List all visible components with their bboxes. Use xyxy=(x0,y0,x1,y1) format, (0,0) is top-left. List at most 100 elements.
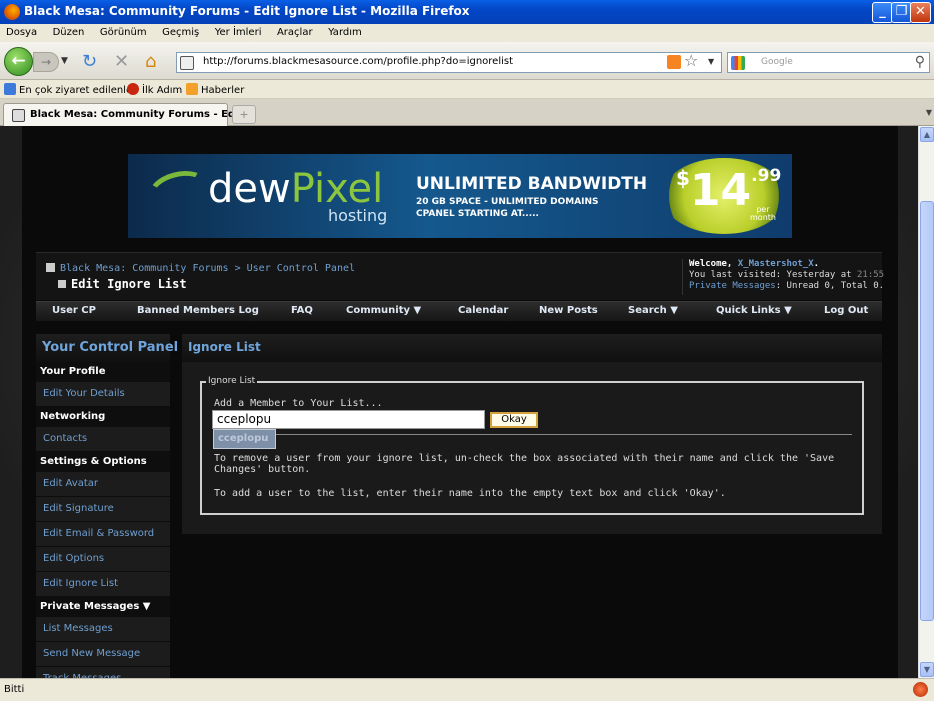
url-dropdown-icon[interactable]: ▼ xyxy=(708,57,714,66)
navigation-toolbar: ← → ▼ ↻ ✕ ⌂ http://forums.blackmesasourc… xyxy=(0,42,934,80)
add-user-help-text: To add a user to the list, enter their n… xyxy=(214,488,726,499)
scroll-thumb[interactable] xyxy=(920,201,934,621)
vertical-scrollbar[interactable]: ▲ ▼ xyxy=(918,126,934,678)
sidebar-item-edit-ignore-list[interactable]: Edit Ignore List xyxy=(36,572,170,597)
reload-icon[interactable]: ↻ xyxy=(82,52,97,72)
tab-label: Black Mesa: Community Forums - Edi... xyxy=(30,109,250,120)
sidebar-item-send-new-message[interactable]: Send New Message xyxy=(36,642,170,667)
nav-user-cp[interactable]: User CP xyxy=(52,305,96,316)
forum-page: dewPixel hosting UNLIMITED BANDWIDTH 20 … xyxy=(22,126,898,678)
google-search-engine-icon[interactable] xyxy=(731,56,745,70)
nav-quick-links[interactable]: Quick Links ▼ xyxy=(716,305,792,316)
bookmarks-bar: En çok ziyaret edilenler İlk Adım Haberl… xyxy=(0,80,934,99)
tab-list-icon[interactable]: ▼ xyxy=(926,108,932,117)
bookmark-news[interactable]: Haberler xyxy=(186,83,244,96)
forum-navbar: User CP Banned Members Log FAQ Community… xyxy=(36,301,882,321)
banner-line2: 20 GB SPACE - UNLIMITED DOMAINS xyxy=(416,197,599,207)
ad-banner[interactable]: dewPixel hosting UNLIMITED BANDWIDTH 20 … xyxy=(128,154,792,238)
stop-icon[interactable]: ✕ xyxy=(114,52,129,72)
site-favicon-icon xyxy=(180,56,194,70)
url-text: http://forums.blackmesasource.com/profil… xyxy=(203,56,514,67)
page-title: Edit Ignore List xyxy=(58,277,187,291)
getting-started-icon xyxy=(127,83,139,95)
sidebar-section-your-profile: Your Profile xyxy=(36,362,170,382)
divider xyxy=(276,434,852,435)
sidebar-item-edit-email-password[interactable]: Edit Email & Password xyxy=(36,522,170,547)
sidebar-section-private-messages[interactable]: Private Messages ▼ xyxy=(36,597,170,617)
menu-tools[interactable]: Araçlar xyxy=(271,24,319,38)
autocomplete-suggestion[interactable]: cceplopu xyxy=(213,429,276,449)
remove-user-help-text: To remove a user from your ignore list, … xyxy=(214,453,835,475)
nav-faq[interactable]: FAQ xyxy=(291,305,313,316)
rss-feed-icon[interactable] xyxy=(667,55,681,69)
sidebar-item-edit-options[interactable]: Edit Options xyxy=(36,547,170,572)
menu-view[interactable]: Görünüm xyxy=(94,24,153,38)
menu-edit[interactable]: Düzen xyxy=(47,24,91,38)
sidebar-item-track-messages[interactable]: Track Messages xyxy=(36,667,170,678)
window-title: Black Mesa: Community Forums - Edit Igno… xyxy=(24,4,470,18)
nav-log-out[interactable]: Log Out xyxy=(824,305,868,316)
forward-button[interactable]: → xyxy=(33,52,59,72)
bookmark-star-icon[interactable]: ☆ xyxy=(684,51,698,70)
sidebar-item-list-messages[interactable]: List Messages xyxy=(36,617,170,642)
close-button[interactable]: ✕ xyxy=(910,2,931,23)
new-tab-button[interactable]: + xyxy=(232,105,256,124)
sidebar-section-settings: Settings & Options xyxy=(36,452,170,472)
rss-bookmark-icon xyxy=(186,83,198,95)
minimize-button[interactable]: _ xyxy=(872,2,893,23)
ignore-list-panel: Ignore List Add a Member to Your List...… xyxy=(182,362,882,534)
search-icon[interactable]: ⚲ xyxy=(915,54,925,70)
add-member-label: Add a Member to Your List... xyxy=(214,398,383,409)
addon-status-icon[interactable] xyxy=(913,682,928,697)
tab-favicon-icon xyxy=(12,109,25,122)
banner-brand-sub: hosting xyxy=(328,206,388,225)
forum-header: Black Mesa: Community Forums > User Cont… xyxy=(36,252,884,300)
username-link[interactable]: X_Mastershot_X xyxy=(738,259,814,269)
nav-new-posts[interactable]: New Posts xyxy=(539,305,598,316)
menu-file[interactable]: Dosya xyxy=(0,24,43,38)
page-title-icon xyxy=(58,280,66,288)
menu-bar: Dosya Düzen Görünüm Geçmiş Yer İmleri Ar… xyxy=(0,24,934,42)
nav-search[interactable]: Search ▼ xyxy=(628,305,678,316)
menu-bookmarks[interactable]: Yer İmleri xyxy=(209,24,268,38)
search-box[interactable]: Google ⚲ xyxy=(727,52,930,73)
sidebar-item-contacts[interactable]: Contacts xyxy=(36,427,170,452)
nav-community[interactable]: Community ▼ xyxy=(346,305,421,316)
menu-history[interactable]: Geçmiş xyxy=(156,24,205,38)
url-bar[interactable]: http://forums.blackmesasource.com/profil… xyxy=(176,52,722,73)
breadcrumb[interactable]: Black Mesa: Community Forums > User Cont… xyxy=(46,263,355,274)
private-messages-link[interactable]: Private Messages xyxy=(689,281,776,291)
page-viewport: dewPixel hosting UNLIMITED BANDWIDTH 20 … xyxy=(0,126,918,678)
window-titlebar: Black Mesa: Community Forums - Edit Igno… xyxy=(0,0,934,24)
home-icon[interactable]: ⌂ xyxy=(145,52,156,72)
status-bar: Bitti xyxy=(0,678,934,701)
sidebar-title: Your Control Panel xyxy=(36,334,178,362)
scroll-down-icon[interactable]: ▼ xyxy=(920,662,934,677)
fieldset-legend: Ignore List xyxy=(206,376,258,386)
price-period: per month xyxy=(750,205,776,222)
banner-headline: UNLIMITED BANDWIDTH xyxy=(416,174,648,194)
nav-banned-members-log[interactable]: Banned Members Log xyxy=(137,305,259,316)
history-dropdown-icon[interactable]: ▼ xyxy=(61,56,68,66)
search-placeholder: Google xyxy=(761,57,793,67)
okay-button[interactable]: Okay xyxy=(490,412,538,428)
dewpixel-logo-icon xyxy=(144,164,212,216)
most-visited-icon xyxy=(4,83,16,95)
maximize-button[interactable]: ❐ xyxy=(891,2,912,23)
add-member-input[interactable]: cceplopu xyxy=(212,410,485,429)
welcome-box: Welcome, X_Mastershot_X. You last visite… xyxy=(682,259,884,295)
sidebar-item-edit-your-details[interactable]: Edit Your Details xyxy=(36,382,170,407)
sidebar-item-edit-signature[interactable]: Edit Signature xyxy=(36,497,170,522)
menu-help[interactable]: Yardım xyxy=(322,24,368,38)
ignore-list-fieldset: Ignore List Add a Member to Your List...… xyxy=(200,376,864,515)
back-button[interactable]: ← xyxy=(4,47,33,76)
scroll-up-icon[interactable]: ▲ xyxy=(920,127,934,142)
ignore-list-title: Ignore List xyxy=(182,334,882,362)
sidebar-item-edit-avatar[interactable]: Edit Avatar xyxy=(36,472,170,497)
bookmark-most-visited[interactable]: En çok ziyaret edilenler xyxy=(4,83,136,96)
forum-home-icon xyxy=(46,263,55,272)
bookmark-getting-started[interactable]: İlk Adım xyxy=(127,83,182,96)
nav-calendar[interactable]: Calendar xyxy=(458,305,508,316)
tab-active[interactable]: Black Mesa: Community Forums - Edi... xyxy=(3,103,250,126)
tab-bar: Black Mesa: Community Forums - Edi... + … xyxy=(0,99,934,126)
